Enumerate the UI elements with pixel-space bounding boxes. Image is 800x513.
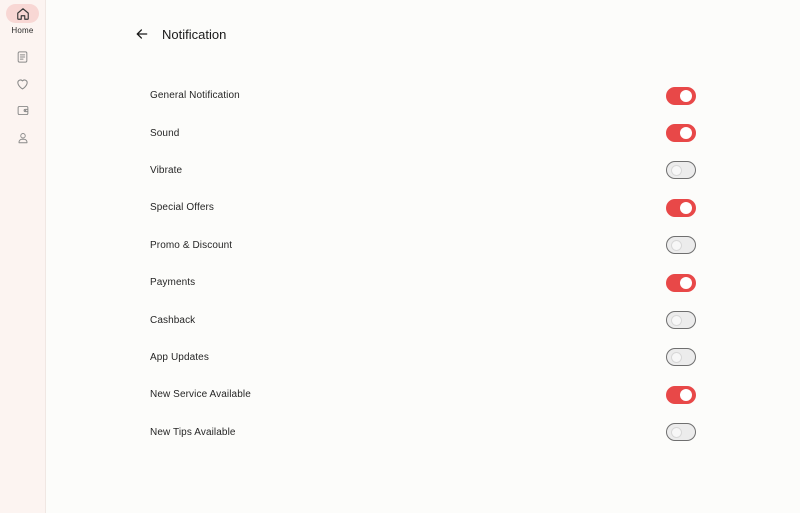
main-content: Notification General Notification Sound … xyxy=(46,0,800,513)
app-root: Home Notification General Notification S… xyxy=(0,0,800,513)
toggle-knob xyxy=(680,388,692,401)
nav-item-wallet[interactable] xyxy=(6,101,39,120)
cashback-toggle[interactable] xyxy=(666,311,696,330)
app-updates-toggle[interactable] xyxy=(666,348,696,367)
new-tips-available-toggle[interactable] xyxy=(666,423,696,442)
setting-label: Cashback xyxy=(150,314,196,326)
page-title: Notification xyxy=(162,26,227,42)
setting-label: New Service Available xyxy=(150,389,251,401)
document-icon xyxy=(17,50,28,63)
home-pill xyxy=(6,4,39,23)
page-header: Notification xyxy=(130,22,226,46)
wallet-pill xyxy=(6,101,39,120)
orders-pill xyxy=(6,47,39,66)
nav-item-favorites[interactable] xyxy=(6,74,39,93)
setting-row-new-service-available: New Service Available xyxy=(150,376,696,413)
profile-pill xyxy=(6,128,39,147)
toggle-knob xyxy=(680,127,692,140)
setting-row-new-tips-available: New Tips Available xyxy=(150,414,696,451)
back-button[interactable] xyxy=(130,22,154,46)
notification-settings-list: General Notification Sound Vibrate Speci… xyxy=(150,77,696,451)
wallet-icon xyxy=(17,105,28,116)
nav-item-orders[interactable] xyxy=(6,47,39,66)
navigation-rail: Home xyxy=(0,0,46,513)
setting-row-promo-discount: Promo & Discount xyxy=(150,227,696,264)
toggle-knob xyxy=(670,352,682,364)
profile-icon xyxy=(18,132,27,143)
toggle-knob xyxy=(670,427,682,439)
toggle-knob xyxy=(670,165,682,177)
toggle-knob xyxy=(680,201,692,214)
setting-label: App Updates xyxy=(150,351,209,363)
setting-label: Sound xyxy=(150,127,180,139)
favorites-pill xyxy=(6,74,39,93)
setting-row-sound: Sound xyxy=(150,114,696,151)
nav-label-home: Home xyxy=(11,26,34,35)
setting-label: Promo & Discount xyxy=(150,239,233,251)
new-service-available-toggle[interactable] xyxy=(666,385,696,404)
promo-discount-toggle[interactable] xyxy=(666,236,696,255)
special-offers-toggle[interactable] xyxy=(666,198,696,217)
setting-label: Vibrate xyxy=(150,164,183,176)
setting-label: Payments xyxy=(150,277,196,289)
home-icon xyxy=(16,7,29,20)
setting-row-general-notification: General Notification xyxy=(150,77,696,114)
setting-label: General Notification xyxy=(150,90,240,102)
setting-row-special-offers: Special Offers xyxy=(150,189,696,226)
toggle-knob xyxy=(680,276,692,289)
setting-row-payments: Payments xyxy=(150,264,696,301)
toggle-knob xyxy=(680,89,692,102)
setting-row-vibrate: Vibrate xyxy=(150,152,696,189)
arrow-left-icon xyxy=(136,29,148,39)
setting-label: New Tips Available xyxy=(150,426,236,438)
payments-toggle[interactable] xyxy=(666,273,696,292)
nav-item-home[interactable]: Home xyxy=(6,4,39,35)
setting-row-app-updates: App Updates xyxy=(150,339,696,376)
toggle-knob xyxy=(670,240,682,252)
setting-label: Special Offers xyxy=(150,202,215,214)
heart-icon xyxy=(17,78,28,89)
vibrate-toggle[interactable] xyxy=(666,161,696,180)
sound-toggle[interactable] xyxy=(666,124,696,143)
toggle-knob xyxy=(670,315,682,327)
general-notification-toggle[interactable] xyxy=(666,86,696,105)
setting-row-cashback: Cashback xyxy=(150,301,696,338)
nav-item-profile[interactable] xyxy=(6,128,39,147)
